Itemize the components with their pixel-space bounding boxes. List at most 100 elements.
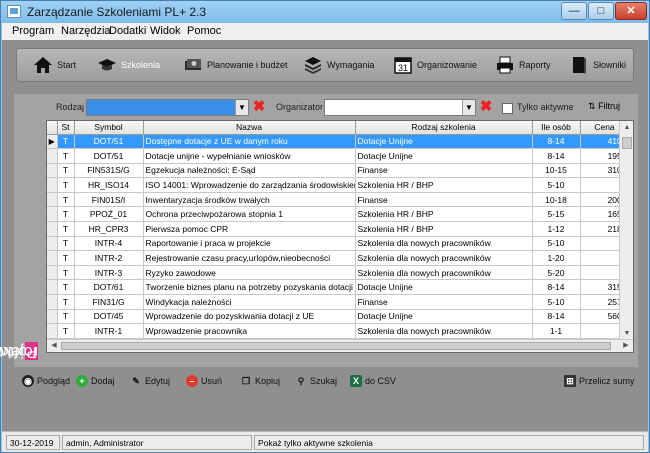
table-row[interactable]: T FIN01S/I Inwentaryzacja środków trwałych… <box>47 192 630 208</box>
cell-rodzaj: Szkolenia HR / BHP <box>355 177 533 193</box>
table-row[interactable]: T DOT/61 Tworzenie biznes planu na potrzeb… <box>47 279 630 296</box>
clear-rodzaj-icon[interactable]: ✖ <box>252 99 266 114</box>
scroll-right-icon[interactable]: ▶ <box>619 340 633 352</box>
toolbar-szkolenia-button[interactable]: Szkolenia <box>97 49 160 81</box>
row-indicator <box>47 323 58 339</box>
menu-bar: Program Narzędzia Dodatki Widok Pomoc <box>2 23 648 40</box>
status-date: 30-12-2019 <box>6 435 60 450</box>
title-bar[interactable]: Zarządzanie Szkoleniami PL+ 2.3 — □ ✕ <box>1 1 649 23</box>
scroll-left-icon[interactable]: ◀ <box>47 340 61 352</box>
column-header-nazwa[interactable]: Nazwa <box>143 121 356 135</box>
column-header-st[interactable]: St <box>57 121 75 135</box>
csv-label: do CSV <box>365 376 397 386</box>
toolbar-slowniki-label: Słowniki <box>593 60 627 70</box>
toolbar-start-label: Start <box>57 60 77 70</box>
cell-rodzaj: Dotacje Unijne <box>355 279 533 296</box>
book-icon <box>573 57 586 74</box>
table-row[interactable]: T HR_CPR3 Pierwsza pomoc CPR Szkolenia HR /… <box>47 221 630 237</box>
toolbar-organizowanie-button[interactable]: 31 Organizowanie <box>393 49 477 81</box>
cell-nazwa: Dostępne dotacje z UE w danym roku <box>143 134 356 150</box>
cell-symbol: FIN01S/I <box>74 192 144 208</box>
minimize-button[interactable]: — <box>561 2 587 20</box>
kopiuj-button[interactable]: ❐ Kopiuj <box>240 375 280 387</box>
cell-st: T <box>57 206 75 223</box>
cell-symbol: PPOŻ_01 <box>74 206 144 223</box>
usun-button[interactable]: – Usuń <box>186 375 222 387</box>
row-indicator <box>47 279 58 296</box>
calendar-icon: 31 <box>394 57 412 74</box>
table-row[interactable]: T PPOŻ_01 Ochrona przeciwpożarowa stopnia … <box>47 206 630 223</box>
cell-st: T <box>57 163 75 179</box>
scroll-thumb[interactable] <box>622 137 632 149</box>
toolbar-wymagania-button[interactable]: Wymagania <box>303 49 374 81</box>
horizontal-scrollbar[interactable]: ◀ ▶ <box>47 339 633 352</box>
cell-rodzaj: Dotacje Unijne <box>355 134 533 150</box>
menu-program[interactable]: Program <box>12 25 54 37</box>
clear-organizator-icon[interactable]: ✖ <box>479 99 493 114</box>
toolbar-raporty-button[interactable]: Raporty <box>495 49 551 81</box>
cell-symbol: FIN31/G <box>74 294 144 310</box>
menu-dodatki[interactable]: Dodatki <box>109 25 146 37</box>
scroll-up-icon[interactable]: ▲ <box>620 121 633 135</box>
action-toolbar: ◉ Podgląd + Dodaj ✎ Edytuj – Usuń ❐ Kopi… <box>2 371 648 393</box>
filter-row: Rodzaj ▼ ✖ Organizator ▼ ✖ Tylko aktywne… <box>44 98 638 118</box>
usun-label: Usuń <box>201 376 223 386</box>
window-title: Zarządzanie Szkoleniami PL+ 2.3 <box>27 5 207 19</box>
table-row[interactable]: ▶ T DOT/51 Dostępne dotacje z UE w danym ro… <box>47 134 630 150</box>
cell-ile-osob: 8-14 <box>532 279 581 296</box>
cell-nazwa: Inwentaryzacja środków trwałych <box>143 192 356 208</box>
home-icon <box>34 57 52 73</box>
cell-ile-osob: 8-14 <box>532 134 581 150</box>
menu-narzedzia[interactable]: Narzędzia <box>61 25 111 37</box>
table-row[interactable]: T DOT/51 Dotacje unijne - wypełnianie wnio… <box>47 148 630 164</box>
toolbar-planowanie-button[interactable]: Planowanie i budżet <box>183 49 288 81</box>
row-indicator <box>47 309 58 325</box>
graduation-cap-icon <box>98 59 116 71</box>
column-header-ile-osob[interactable]: Ile osób <box>532 121 581 135</box>
table-row[interactable]: T FIN31/G Windykacja należności Finanse 5-10… <box>47 294 630 310</box>
row-indicator <box>47 192 58 208</box>
maximize-button[interactable]: □ <box>588 2 614 20</box>
column-header-symbol[interactable]: Symbol <box>74 121 144 135</box>
table-row[interactable]: T DOT/45 Wprowadzenie do pozyskiwania dota… <box>47 309 630 325</box>
row-indicator <box>47 206 58 223</box>
edytuj-button[interactable]: ✎ Edytuj <box>130 375 170 387</box>
csv-button[interactable]: X do CSV <box>350 375 396 387</box>
column-header-rodzaj[interactable]: Rodzaj szkolenia <box>355 121 533 135</box>
cell-symbol: INTR-2 <box>74 250 144 266</box>
toolbar-slowniki-button[interactable]: Słowniki <box>569 49 626 81</box>
podglad-button[interactable]: ◉ Podgląd <box>22 375 70 387</box>
chevron-down-icon[interactable]: ▼ <box>235 100 248 115</box>
money-icon <box>185 59 201 70</box>
table-row[interactable]: T INTR-3 Ryzyko zawodowe Szkolenia dla nowy… <box>47 265 630 281</box>
menu-widok[interactable]: Widok <box>150 25 181 37</box>
row-indicator <box>47 236 58 252</box>
cell-nazwa: Rejestrowanie czasu pracy,urlopów,nieobe… <box>143 250 356 266</box>
dodaj-button[interactable]: + Dodaj <box>76 375 115 387</box>
main-toolbar-area: Start Szkolenia Planowanie i budżet Wyma… <box>2 40 648 90</box>
chevron-down-icon[interactable]: ▼ <box>462 100 475 115</box>
status-bar: 30-12-2019 admin, Administrator Pokaż ty… <box>2 431 648 452</box>
table-row[interactable]: T FIN531S/G Egzekucja należności: E-Sąd Fin… <box>47 163 630 179</box>
cell-st: T <box>57 134 75 150</box>
table-row[interactable]: T INTR-2 Rejestrowanie czasu pracy,urlopów… <box>47 250 630 266</box>
menu-pomoc[interactable]: Pomoc <box>187 25 221 37</box>
szukaj-button[interactable]: ⚲ Szukaj <box>295 375 337 387</box>
tylko-aktywne-checkbox[interactable] <box>502 103 513 114</box>
rodzaj-select[interactable]: ▼ <box>86 99 249 116</box>
filtruj-button[interactable]: ⇅ Filtruj <box>588 101 620 112</box>
table-row[interactable]: T INTR-1 Wprowadzenie pracownika Szkolenia … <box>47 323 630 339</box>
cell-st: T <box>57 236 75 252</box>
cell-ile-osob: 1-20 <box>532 250 581 266</box>
szukaj-label: Szukaj <box>310 376 338 386</box>
przelicz-sumy-button[interactable]: ⊞ Przelicz sumy <box>564 375 635 387</box>
hscroll-thumb[interactable] <box>61 342 611 350</box>
edytuj-label: Edytuj <box>145 376 171 386</box>
cell-nazwa: Pierwsza pomoc CPR <box>143 221 356 237</box>
organizator-select[interactable]: ▼ <box>324 99 476 116</box>
vertical-scrollbar[interactable]: ▲ ▼ <box>619 121 633 341</box>
close-button[interactable]: ✕ <box>615 2 647 20</box>
table-row[interactable]: T HR_ISO14 ISO 14001: Wprowadzenie do zarz… <box>47 177 630 193</box>
toolbar-start-button[interactable]: Start <box>33 49 76 81</box>
table-row[interactable]: T INTR-4 Raportowanie i praca w projekcie S… <box>47 236 630 252</box>
